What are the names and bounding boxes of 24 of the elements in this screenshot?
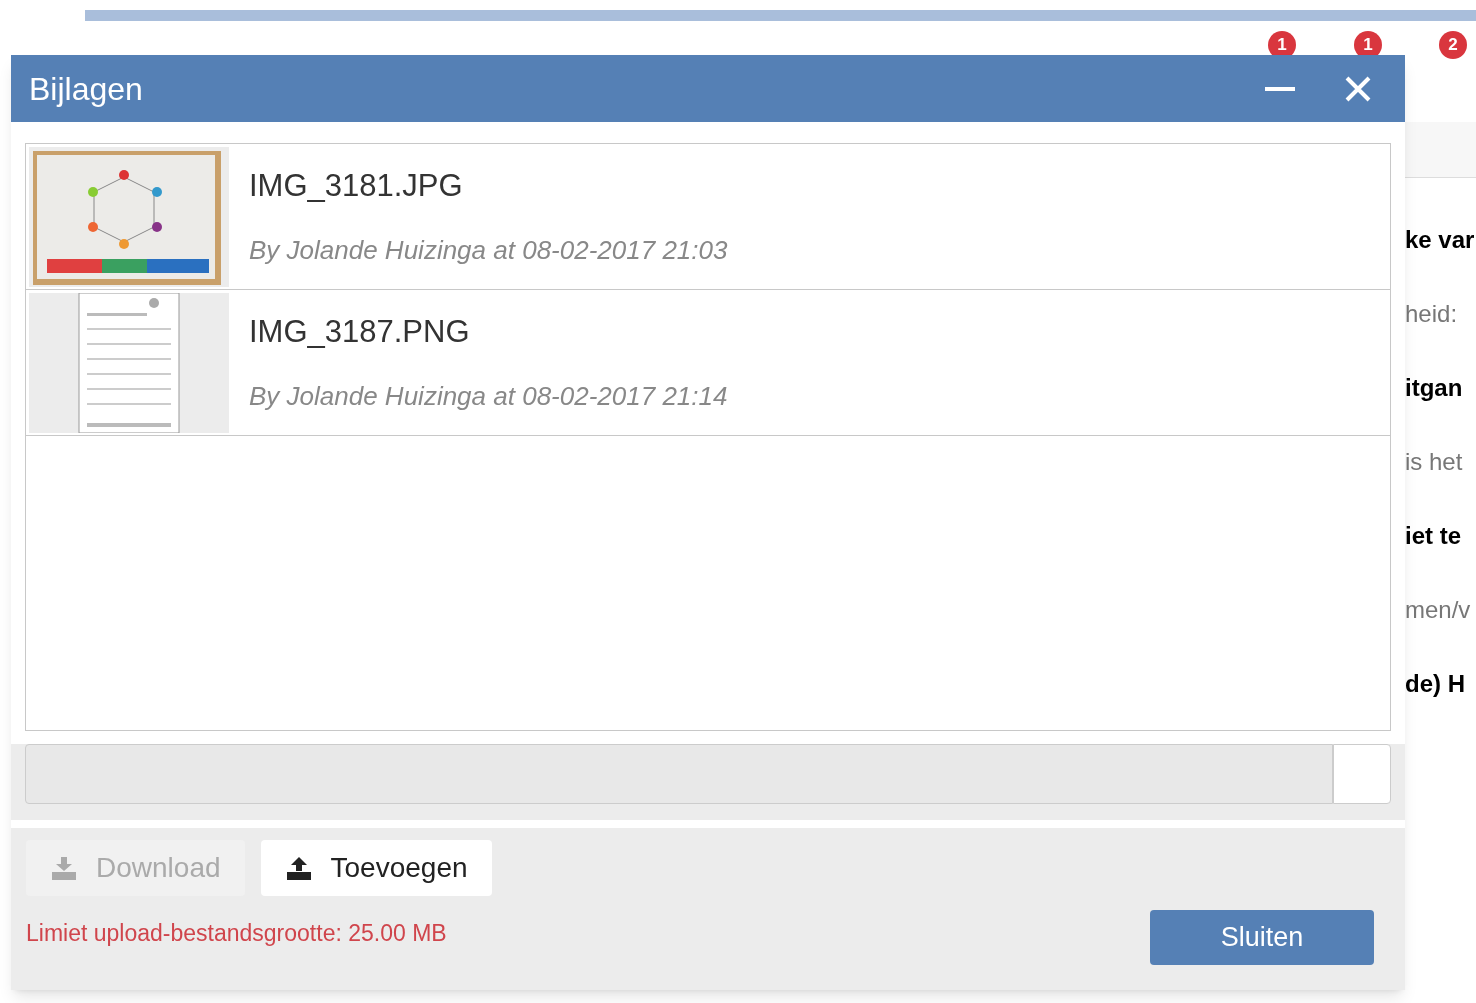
close-icon[interactable] xyxy=(1345,75,1371,102)
upload-icon xyxy=(284,855,313,881)
input-field[interactable] xyxy=(25,744,1333,804)
file-name: IMG_3187.PNG xyxy=(249,312,471,351)
attachment-row[interactable]: IMG_3187.PNG By Jolande Huizinga at 08-02-2017 21:14 xyxy=(26,290,1390,436)
file-meta: By Jolande Huizinga at 08-02-2017 21:03 xyxy=(249,234,728,268)
input-addon[interactable] xyxy=(1333,744,1391,804)
background-text: is het xyxy=(1405,447,1464,477)
background-text: ke var xyxy=(1405,225,1476,255)
upload-button[interactable]: Toevoegen xyxy=(260,840,492,896)
download-icon xyxy=(50,855,78,881)
background-text: de) H xyxy=(1405,669,1466,699)
file-meta: By Jolande Huizinga at 08-02-2017 21:14 xyxy=(249,380,728,414)
notification-badge: 2 xyxy=(1439,31,1467,59)
background-text: heid: xyxy=(1405,299,1459,329)
close-button[interactable]: Sluiten xyxy=(1150,910,1374,965)
file-name: IMG_3181.JPG xyxy=(249,166,464,205)
background-text: men/v xyxy=(1405,595,1472,625)
upload-limit-text: Limiet upload-bestandsgrootte: 25.00 MB xyxy=(26,919,447,948)
background-text: iet te xyxy=(1405,521,1462,551)
background-text: itgan xyxy=(1405,373,1464,403)
minimize-icon[interactable] xyxy=(1265,86,1295,91)
dialog-title: Bijlagen xyxy=(29,69,144,109)
attachment-row[interactable]: IMG_3181.JPG By Jolande Huizinga at 08-02-2017 21:03 xyxy=(26,144,1390,290)
